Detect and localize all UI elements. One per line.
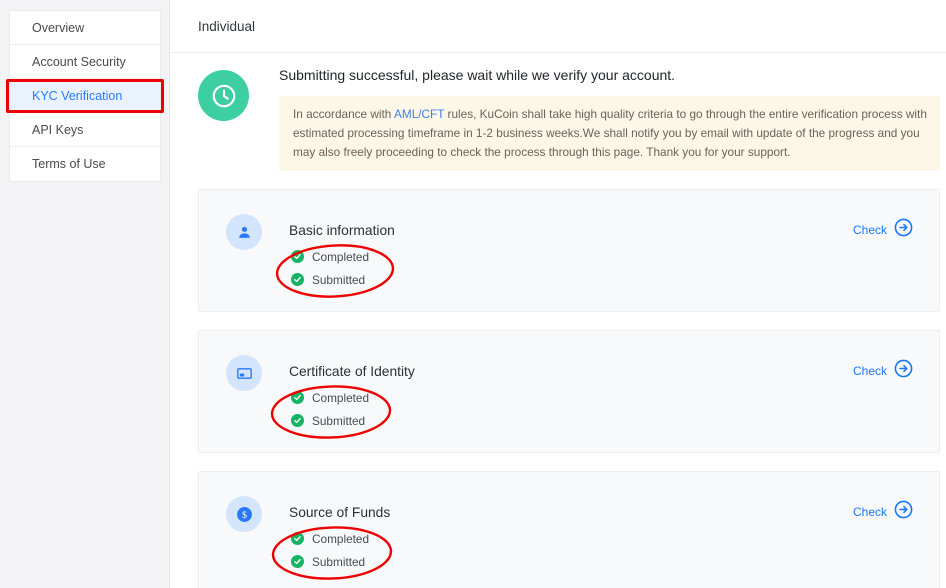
status-label: Completed	[312, 531, 370, 546]
arrow-right-circle-icon	[894, 500, 913, 524]
svg-text:$: $	[242, 509, 247, 520]
check-button-label: Check	[852, 505, 887, 519]
check-circle-icon	[291, 532, 304, 545]
card-title: Basic information	[289, 223, 395, 238]
card-body: Source of Funds Completed Submitted	[271, 504, 939, 580]
tab-individual[interactable]: Individual	[198, 19, 255, 34]
left-rail: Overview Account Security KYC Verificati…	[0, 0, 170, 588]
card-title: Source of Funds	[289, 505, 391, 520]
kyc-verification-page: Overview Account Security KYC Verificati…	[0, 0, 946, 588]
check-button-label: Check	[852, 364, 887, 378]
id-card-icon	[226, 355, 262, 391]
card-body: Basic information Completed Submitted	[275, 222, 939, 298]
kyc-card-basic-information: Basic information Completed Submitted Ch…	[198, 189, 940, 312]
arrow-right-circle-icon	[894, 359, 913, 383]
sidebar-item-label: API Keys	[32, 122, 84, 137]
status-line-submitted: Submitted	[289, 409, 939, 432]
notice-box: In accordance with AML/CFT rules, KuCoin…	[279, 96, 940, 171]
person-icon	[226, 214, 262, 250]
status-title: Submitting successful, please wait while…	[279, 67, 676, 83]
notice-part-1: In accordance with	[293, 107, 394, 121]
sidebar-item-account-security[interactable]: Account Security	[10, 45, 160, 79]
aml-cft-link[interactable]: AML/CFT	[394, 107, 444, 121]
dollar-circle-icon: $	[226, 496, 262, 532]
card-title: Certificate of Identity	[289, 364, 415, 379]
sidebar-item-overview[interactable]: Overview	[10, 11, 160, 45]
status-line-submitted: Submitted	[289, 268, 939, 291]
status-banner: Submitting successful, please wait while…	[198, 53, 940, 171]
sidebar-item-label: Terms of Use	[32, 157, 106, 171]
status-line-submitted: Submitted	[289, 550, 939, 573]
sidebar-item-label: Overview	[32, 20, 85, 35]
status-line-completed: Completed	[289, 386, 939, 409]
sidebar-nav: Overview Account Security KYC Verificati…	[9, 10, 161, 182]
status-label: Completed	[312, 249, 370, 264]
sidebar-item-label: Account Security	[32, 54, 126, 69]
check-circle-icon	[291, 391, 304, 404]
check-button-basic-information[interactable]: Check	[853, 218, 913, 242]
kyc-card-certificate-of-identity: Certificate of Identity Completed Submit…	[198, 330, 940, 453]
check-circle-icon	[291, 414, 304, 427]
sidebar-item-label: KYC Verification	[32, 88, 123, 103]
sidebar-item-kyc-verification[interactable]: KYC Verification	[10, 79, 160, 113]
main-panel: Individual Submitting successful, please…	[171, 0, 946, 588]
check-circle-icon	[291, 273, 304, 286]
check-button-source-of-funds[interactable]: Check	[853, 500, 913, 524]
arrow-right-circle-icon	[894, 218, 913, 242]
status-text-group: Submitting successful, please wait while…	[279, 65, 940, 171]
tabbar: Individual	[171, 0, 946, 53]
clock-icon	[198, 70, 249, 121]
status-line-completed: Completed	[289, 527, 939, 550]
status-label: Submitted	[312, 272, 366, 287]
status-label: Submitted	[312, 554, 366, 569]
check-button-certificate-of-identity[interactable]: Check	[853, 359, 913, 383]
check-circle-icon	[291, 250, 304, 263]
status-line-completed: Completed	[289, 245, 939, 268]
check-circle-icon	[291, 555, 304, 568]
status-label: Completed	[312, 390, 370, 405]
check-button-label: Check	[852, 223, 887, 237]
sidebar-item-terms-of-use[interactable]: Terms of Use	[10, 147, 160, 181]
tab-individual-label: Individual	[198, 18, 256, 34]
kyc-card-source-of-funds: $ Source of Funds Completed Submitted Ch…	[198, 471, 940, 588]
content-area: Submitting successful, please wait while…	[171, 53, 946, 588]
sidebar-item-api-keys[interactable]: API Keys	[10, 113, 160, 147]
status-label: Submitted	[312, 413, 366, 428]
card-body: Certificate of Identity Completed Submit…	[270, 363, 939, 439]
